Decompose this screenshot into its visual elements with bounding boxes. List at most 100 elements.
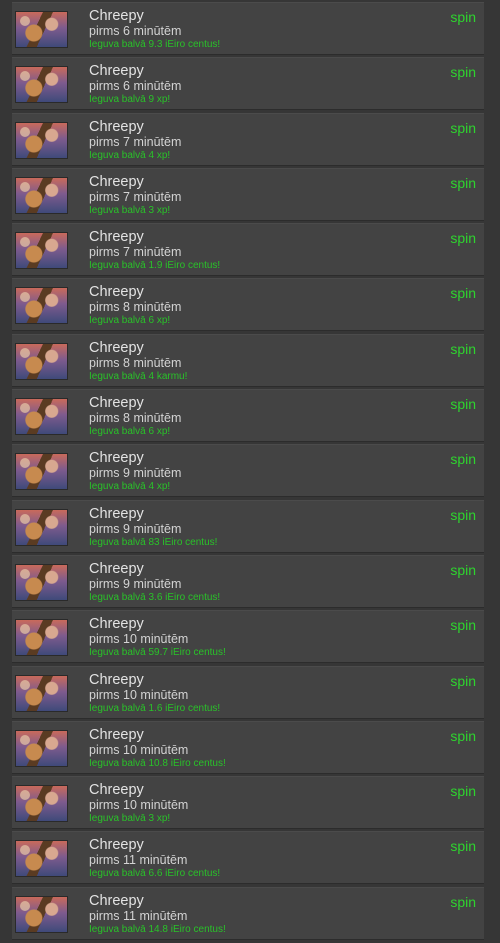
user-avatar[interactable] bbox=[15, 563, 68, 601]
feed-row: Chreepy pirms 10 minūtēm Ieguva balvā 3 xp… bbox=[12, 776, 484, 830]
spin-link[interactable]: spin bbox=[450, 507, 476, 523]
reward-text: Ieguva balvā 3 xp! bbox=[89, 204, 171, 216]
spin-link[interactable]: spin bbox=[450, 120, 476, 136]
timestamp: pirms 7 minūtēm bbox=[89, 245, 182, 260]
user-avatar[interactable] bbox=[15, 895, 68, 933]
user-avatar[interactable] bbox=[15, 11, 68, 48]
user-avatar[interactable] bbox=[15, 785, 68, 823]
reward-text: Ieguva balvā 1.6 iEiro centus! bbox=[89, 702, 221, 714]
username[interactable]: Chreepy bbox=[89, 119, 144, 135]
username[interactable]: Chreepy bbox=[89, 782, 144, 798]
reward-text: Ieguva balvā 6 xp! bbox=[89, 315, 171, 327]
timestamp: pirms 11 minūtēm bbox=[89, 853, 188, 868]
timestamp: pirms 9 minūtēm bbox=[89, 521, 182, 536]
reward-text: Ieguva balvā 4 karmu! bbox=[89, 370, 188, 382]
timestamp: pirms 6 minūtēm bbox=[89, 24, 182, 38]
timestamp: pirms 9 minūtēm bbox=[89, 466, 182, 481]
timestamp: pirms 9 minūtēm bbox=[89, 576, 182, 591]
username[interactable]: Chreepy bbox=[89, 561, 144, 577]
reward-text: Ieguva balvā 14.8 iEiro centus! bbox=[89, 923, 226, 935]
user-avatar[interactable] bbox=[15, 176, 68, 214]
timestamp: pirms 10 minūtēm bbox=[89, 798, 189, 813]
reward-text: Ieguva balvā 6 xp! bbox=[89, 426, 171, 438]
reward-text: Ieguva balvā 9.3 iEiro centus! bbox=[89, 39, 221, 50]
spin-link[interactable]: spin bbox=[450, 175, 476, 191]
username[interactable]: Chreepy bbox=[89, 450, 144, 466]
feed-row: Chreepy pirms 6 minūtēm Ieguva balvā 9 xp!… bbox=[12, 57, 484, 111]
feed-row: Chreepy pirms 8 minūtēm Ieguva balvā 6 xp!… bbox=[12, 278, 484, 332]
timestamp: pirms 8 minūtēm bbox=[89, 300, 182, 315]
activity-feed: Chreepy pirms 6 minūtēm Ieguva balvā 9.3 i… bbox=[0, 0, 500, 943]
feed-row: Chreepy pirms 10 minūtēm Ieguva balvā 1.6 … bbox=[12, 665, 484, 719]
user-avatar[interactable] bbox=[15, 287, 68, 325]
user-avatar[interactable] bbox=[15, 121, 68, 159]
feed-row: Chreepy pirms 10 minūtēm Ieguva balvā 10.8… bbox=[12, 720, 484, 774]
user-avatar[interactable] bbox=[15, 232, 68, 270]
spin-link[interactable]: spin bbox=[450, 673, 476, 689]
username[interactable]: Chreepy bbox=[89, 229, 144, 245]
username[interactable]: Chreepy bbox=[89, 63, 144, 79]
spin-link[interactable]: spin bbox=[450, 9, 476, 25]
username[interactable]: Chreepy bbox=[89, 8, 144, 24]
user-avatar[interactable] bbox=[15, 674, 68, 712]
feed-row: Chreepy pirms 7 minūtēm Ieguva balvā 4 xp!… bbox=[12, 112, 484, 166]
timestamp: pirms 7 minūtēm bbox=[89, 134, 182, 149]
username[interactable]: Chreepy bbox=[89, 395, 144, 411]
user-avatar[interactable] bbox=[15, 840, 68, 878]
user-avatar[interactable] bbox=[15, 619, 68, 657]
reward-text: Ieguva balvā 9 xp! bbox=[89, 94, 171, 106]
feed-row: Chreepy pirms 7 minūtēm Ieguva balvā 1.9 i… bbox=[12, 223, 484, 277]
feed-row: Chreepy pirms 6 minūtēm Ieguva balvā 9.3 i… bbox=[12, 2, 484, 55]
timestamp: pirms 10 minūtēm bbox=[89, 742, 189, 757]
timestamp: pirms 8 minūtēm bbox=[89, 355, 182, 370]
reward-text: Ieguva balvā 10.8 iEiro centus! bbox=[89, 757, 226, 769]
user-avatar[interactable] bbox=[15, 398, 68, 436]
spin-link[interactable]: spin bbox=[450, 728, 476, 744]
user-avatar[interactable] bbox=[15, 342, 68, 380]
timestamp: pirms 10 minūtēm bbox=[89, 632, 189, 647]
spin-link[interactable]: spin bbox=[450, 341, 476, 357]
timestamp: pirms 11 minūtēm bbox=[89, 908, 188, 923]
username[interactable]: Chreepy bbox=[89, 672, 144, 688]
reward-text: Ieguva balvā 4 xp! bbox=[89, 149, 171, 161]
spin-link[interactable]: spin bbox=[450, 562, 476, 578]
spin-link[interactable]: spin bbox=[450, 230, 476, 246]
spin-link[interactable]: spin bbox=[450, 838, 476, 854]
user-avatar[interactable] bbox=[15, 453, 68, 491]
feed-row: Chreepy pirms 7 minūtēm Ieguva balvā 3 xp!… bbox=[12, 167, 484, 221]
reward-text: Ieguva balvā 3.6 iEiro centus! bbox=[89, 591, 221, 603]
username[interactable]: Chreepy bbox=[89, 616, 144, 632]
reward-text: Ieguva balvā 59.7 iEiro centus! bbox=[89, 647, 226, 659]
user-avatar[interactable] bbox=[15, 508, 68, 546]
feed-row: Chreepy pirms 8 minūtēm Ieguva balvā 4 kar… bbox=[12, 333, 484, 387]
username[interactable]: Chreepy bbox=[89, 837, 144, 853]
timestamp: pirms 6 minūtēm bbox=[89, 79, 182, 94]
username[interactable]: Chreepy bbox=[89, 284, 144, 300]
feed-row: Chreepy pirms 9 minūtēm Ieguva balvā 3.6 i… bbox=[12, 554, 484, 608]
feed-row: Chreepy pirms 8 minūtēm Ieguva balvā 6 xp!… bbox=[12, 389, 484, 443]
reward-text: Ieguva balvā 4 xp! bbox=[89, 481, 171, 493]
reward-text: Ieguva balvā 3 xp! bbox=[89, 813, 171, 825]
feed-row: Chreepy pirms 10 minūtēm Ieguva balvā 59.7… bbox=[12, 610, 484, 664]
feed-row: Chreepy pirms 11 minūtēm Ieguva balvā 6.6 … bbox=[12, 831, 484, 885]
spin-link[interactable]: spin bbox=[450, 396, 476, 412]
user-avatar[interactable] bbox=[15, 729, 68, 767]
spin-link[interactable]: spin bbox=[450, 451, 476, 467]
username[interactable]: Chreepy bbox=[89, 174, 144, 190]
reward-text: Ieguva balvā 6.6 iEiro centus! bbox=[89, 868, 221, 880]
user-avatar[interactable] bbox=[15, 66, 68, 104]
feed-row: Chreepy pirms 9 minūtēm Ieguva balvā 83 iE… bbox=[12, 499, 484, 553]
spin-link[interactable]: spin bbox=[450, 617, 476, 633]
username[interactable]: Chreepy bbox=[89, 506, 144, 522]
username[interactable]: Chreepy bbox=[89, 727, 144, 743]
spin-link[interactable]: spin bbox=[450, 64, 476, 80]
spin-link[interactable]: spin bbox=[450, 894, 476, 910]
timestamp: pirms 8 minūtēm bbox=[89, 411, 182, 426]
feed-row: Chreepy pirms 9 minūtēm Ieguva balvā 4 xp!… bbox=[12, 444, 484, 498]
reward-text: Ieguva balvā 83 iEiro centus! bbox=[89, 536, 218, 548]
spin-link[interactable]: spin bbox=[450, 783, 476, 799]
spin-link[interactable]: spin bbox=[450, 285, 476, 301]
username[interactable]: Chreepy bbox=[89, 893, 144, 909]
reward-text: Ieguva balvā 1.9 iEiro centus! bbox=[89, 260, 221, 272]
username[interactable]: Chreepy bbox=[89, 340, 144, 356]
